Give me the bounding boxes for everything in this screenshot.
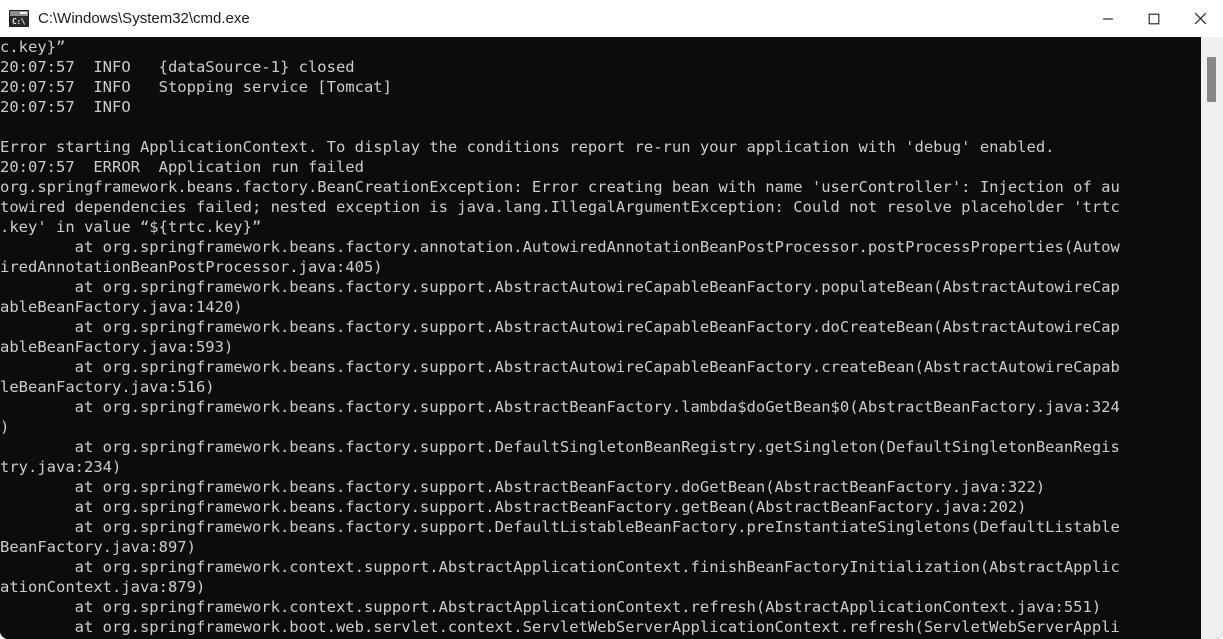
cmd-icon-prompt-text: C:\ — [12, 17, 25, 26]
cmd-window: C:\ C:\Windows\System32\cmd.exe c.key}” … — [0, 0, 1223, 639]
terminal-area[interactable]: c.key}” 20:07:57 INFO {dataSource-1} clo… — [0, 37, 1223, 639]
cmd-console-icon: C:\ — [9, 10, 29, 27]
console-output[interactable]: c.key}” 20:07:57 INFO {dataSource-1} clo… — [0, 37, 1201, 639]
scrollbar-thumb[interactable] — [1207, 57, 1216, 102]
close-icon — [1194, 12, 1206, 25]
maximize-icon — [1148, 13, 1160, 24]
close-button[interactable] — [1177, 0, 1223, 37]
window-title: C:\Windows\System32\cmd.exe — [38, 10, 250, 27]
maximize-button[interactable] — [1131, 0, 1177, 37]
minimize-icon — [1103, 17, 1113, 20]
title-bar-left: C:\ C:\Windows\System32\cmd.exe — [0, 0, 1085, 37]
terminal-scrollbar[interactable] — [1201, 37, 1223, 639]
window-controls — [1085, 0, 1223, 37]
minimize-button[interactable] — [1085, 0, 1131, 37]
title-bar[interactable]: C:\ C:\Windows\System32\cmd.exe — [0, 0, 1223, 37]
